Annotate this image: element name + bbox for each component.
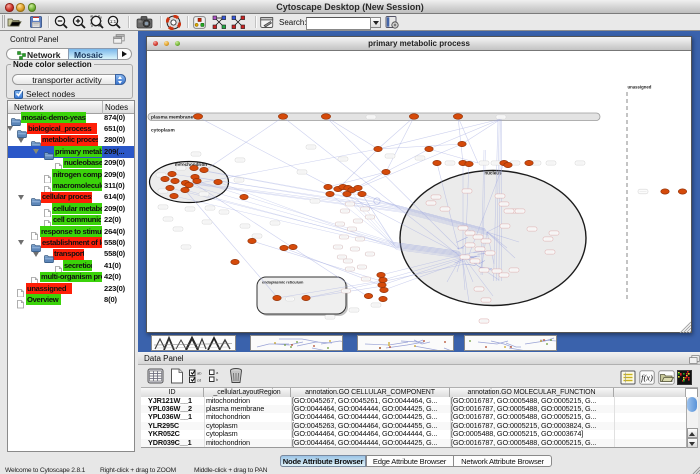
svg-text:plasma membrane: plasma membrane [151, 115, 193, 121]
svg-text:unassigned: unassigned [628, 85, 652, 90]
svg-text:cd: cd [197, 378, 201, 383]
svg-text:b: b [216, 377, 219, 382]
svg-text:1:1: 1:1 [110, 19, 117, 24]
svg-text:ab: ab [197, 371, 202, 376]
svg-text:cytoplasm: cytoplasm [151, 128, 175, 134]
svg-text:endoplasmic reticulum: endoplasmic reticulum [262, 281, 304, 285]
svg-text:a: a [216, 370, 219, 375]
svg-text:f(x): f(x) [641, 373, 653, 383]
